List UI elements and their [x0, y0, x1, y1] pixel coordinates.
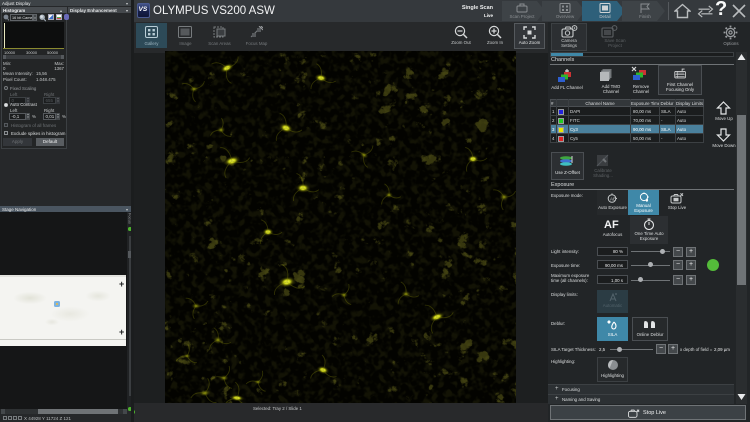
svg-text:AE: AE	[610, 197, 616, 202]
